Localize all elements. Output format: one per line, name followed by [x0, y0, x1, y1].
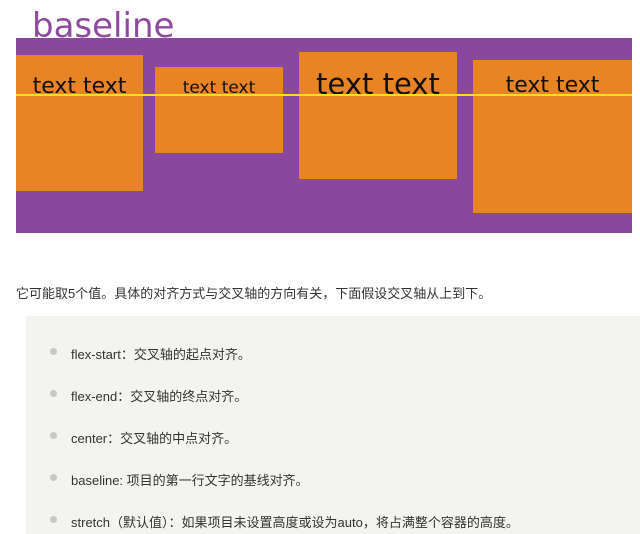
- flex-item-2: text text: [155, 67, 283, 153]
- option-text: center：交叉轴的中点对齐。: [71, 431, 238, 446]
- description-text: 它可能取5个值。具体的对齐方式与交叉轴的方向有关，下面假设交叉轴从上到下。: [16, 286, 492, 301]
- dot-bullet-icon: [50, 348, 57, 355]
- flex-item-1: text text: [16, 55, 143, 191]
- option-text: flex-end：交叉轴的终点对齐。: [71, 389, 248, 404]
- dot-bullet-icon: [50, 516, 57, 523]
- option-text: baseline: 项目的第一行文字的基线对齐。: [71, 473, 309, 488]
- baseline-indicator-line: [16, 94, 632, 96]
- flex-item-4: text text: [473, 60, 632, 213]
- flex-container-demo: text text text text text text text text: [16, 38, 632, 233]
- dot-bullet-icon: [50, 390, 57, 397]
- option-text: stretch（默认值）：如果项目未设置高度或设为auto，将占满整个容器的高度…: [71, 515, 519, 530]
- option-text: flex-start：交叉轴的起点对齐。: [71, 347, 251, 362]
- dot-bullet-icon: [50, 432, 57, 439]
- flex-item-3: text text: [299, 52, 457, 179]
- dot-bullet-icon: [50, 474, 57, 481]
- options-panel: flex-start：交叉轴的起点对齐。 flex-end：交叉轴的终点对齐。 …: [26, 316, 640, 534]
